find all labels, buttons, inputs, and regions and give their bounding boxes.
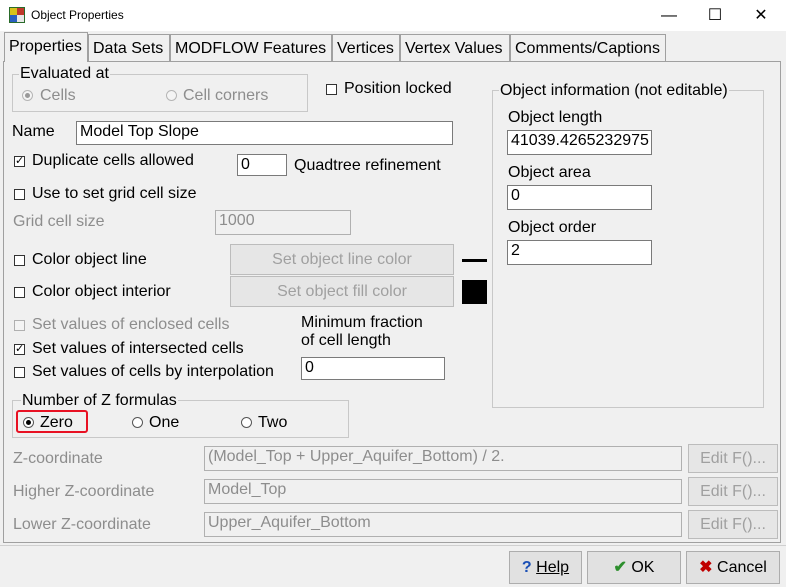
- close-icon: ✕: [754, 7, 768, 24]
- color-line-label: Color object line: [32, 251, 147, 268]
- check-icon: ✔: [613, 559, 627, 576]
- grid-cell-size-checkbox[interactable]: [14, 189, 25, 200]
- grid-cell-size-input[interactable]: 1000: [215, 210, 351, 235]
- tab-vertices[interactable]: Vertices: [332, 34, 400, 61]
- minimize-icon: —: [661, 7, 677, 24]
- intersected-cells-label: Set values of intersected cells: [32, 340, 244, 357]
- cancel-button-label: Cancel: [717, 559, 767, 576]
- tab-vertex-values[interactable]: Vertex Values: [400, 34, 510, 61]
- quadtree-input[interactable]: 0: [237, 154, 287, 176]
- object-length-input[interactable]: 41039.4265232975: [507, 130, 652, 155]
- tab-modflow-features[interactable]: MODFLOW Features: [170, 34, 332, 61]
- grid-cell-size-check-label: Use to set grid cell size: [32, 185, 197, 202]
- object-length-label: Object length: [508, 109, 603, 126]
- close-button[interactable]: ✕: [738, 0, 784, 31]
- object-area-label: Object area: [508, 164, 591, 181]
- app-icon: [9, 7, 25, 23]
- interpolation-label: Set values of cells by interpolation: [32, 363, 274, 380]
- help-button-label: Help: [536, 559, 570, 576]
- object-order-input[interactable]: 2: [507, 240, 652, 265]
- radio-zero-label: Zero: [40, 414, 73, 431]
- position-locked-checkbox[interactable]: [326, 84, 337, 95]
- higher-z-label: Higher Z-coordinate: [13, 483, 155, 500]
- ok-button[interactable]: ✔ OK: [587, 551, 681, 584]
- min-fraction-label-1: Minimum fraction: [301, 314, 423, 331]
- edit-higher-z-button[interactable]: Edit F()...: [688, 477, 778, 506]
- color-interior-label: Color object interior: [32, 283, 171, 300]
- evaluated-at-legend: Evaluated at: [19, 64, 110, 83]
- lower-z-label: Lower Z-coordinate: [13, 516, 151, 533]
- object-info-legend: Object information (not editable): [499, 81, 729, 100]
- title-bar: Object Properties — ☐ ✕: [0, 0, 786, 31]
- radio-cells-label: Cells: [40, 87, 76, 104]
- min-fraction-label-2: of cell length: [301, 332, 391, 349]
- help-icon: ?: [521, 559, 532, 576]
- fill-color-swatch: [462, 280, 487, 304]
- radio-one-label: One: [149, 414, 180, 431]
- cancel-icon: ✖: [699, 559, 713, 576]
- set-fill-color-button[interactable]: Set object fill color: [230, 276, 454, 307]
- radio-two[interactable]: [241, 417, 252, 428]
- window-title: Object Properties: [31, 8, 124, 22]
- cancel-button[interactable]: ✖ Cancel: [686, 551, 780, 584]
- grid-cell-size-label: Grid cell size: [13, 213, 105, 230]
- line-color-swatch: [462, 259, 487, 262]
- object-area-input[interactable]: 0: [507, 185, 652, 210]
- ok-button-label: OK: [631, 559, 655, 576]
- tab-comments-captions[interactable]: Comments/Captions: [510, 34, 666, 61]
- radio-two-label: Two: [258, 414, 288, 431]
- duplicate-cells-label: Duplicate cells allowed: [32, 152, 194, 169]
- tab-data-sets[interactable]: Data Sets: [88, 34, 170, 61]
- color-interior-checkbox[interactable]: [14, 287, 25, 298]
- enclosed-cells-label: Set values of enclosed cells: [32, 316, 230, 333]
- position-locked-label: Position locked: [344, 80, 452, 97]
- radio-zero[interactable]: [23, 417, 34, 428]
- quadtree-label: Quadtree refinement: [294, 157, 441, 174]
- intersected-cells-checkbox[interactable]: ✓: [14, 344, 25, 355]
- radio-cells[interactable]: [22, 90, 33, 101]
- tab-properties[interactable]: Properties: [4, 32, 88, 62]
- edit-lower-z-button[interactable]: Edit F()...: [688, 510, 778, 539]
- duplicate-cells-checkbox[interactable]: ✓: [14, 156, 25, 167]
- z-formulas-legend: Number of Z formulas: [21, 391, 178, 410]
- name-input[interactable]: Model Top Slope: [76, 121, 453, 145]
- name-label: Name: [12, 123, 55, 140]
- radio-cell-corners-label: Cell corners: [183, 87, 269, 104]
- maximize-icon: ☐: [707, 7, 723, 24]
- z-coordinate-label: Z-coordinate: [13, 450, 103, 467]
- minimize-button[interactable]: —: [646, 0, 692, 31]
- object-order-label: Object order: [508, 219, 597, 236]
- radio-cell-corners[interactable]: [166, 90, 177, 101]
- set-line-color-button[interactable]: Set object line color: [230, 244, 454, 275]
- color-line-checkbox[interactable]: [14, 255, 25, 266]
- footer-divider: [0, 545, 786, 546]
- higher-z-input[interactable]: Model_Top: [204, 479, 682, 504]
- maximize-button[interactable]: ☐: [692, 0, 738, 31]
- radio-one[interactable]: [132, 417, 143, 428]
- lower-z-input[interactable]: Upper_Aquifer_Bottom: [204, 512, 682, 537]
- min-fraction-input[interactable]: 0: [301, 357, 445, 380]
- z-coordinate-input[interactable]: (Model_Top + Upper_Aquifer_Bottom) / 2.: [204, 446, 682, 471]
- edit-z-coordinate-button[interactable]: Edit F()...: [688, 444, 778, 473]
- interpolation-checkbox[interactable]: [14, 367, 25, 378]
- help-button[interactable]: ? Help: [509, 551, 582, 584]
- enclosed-cells-checkbox[interactable]: [14, 320, 25, 331]
